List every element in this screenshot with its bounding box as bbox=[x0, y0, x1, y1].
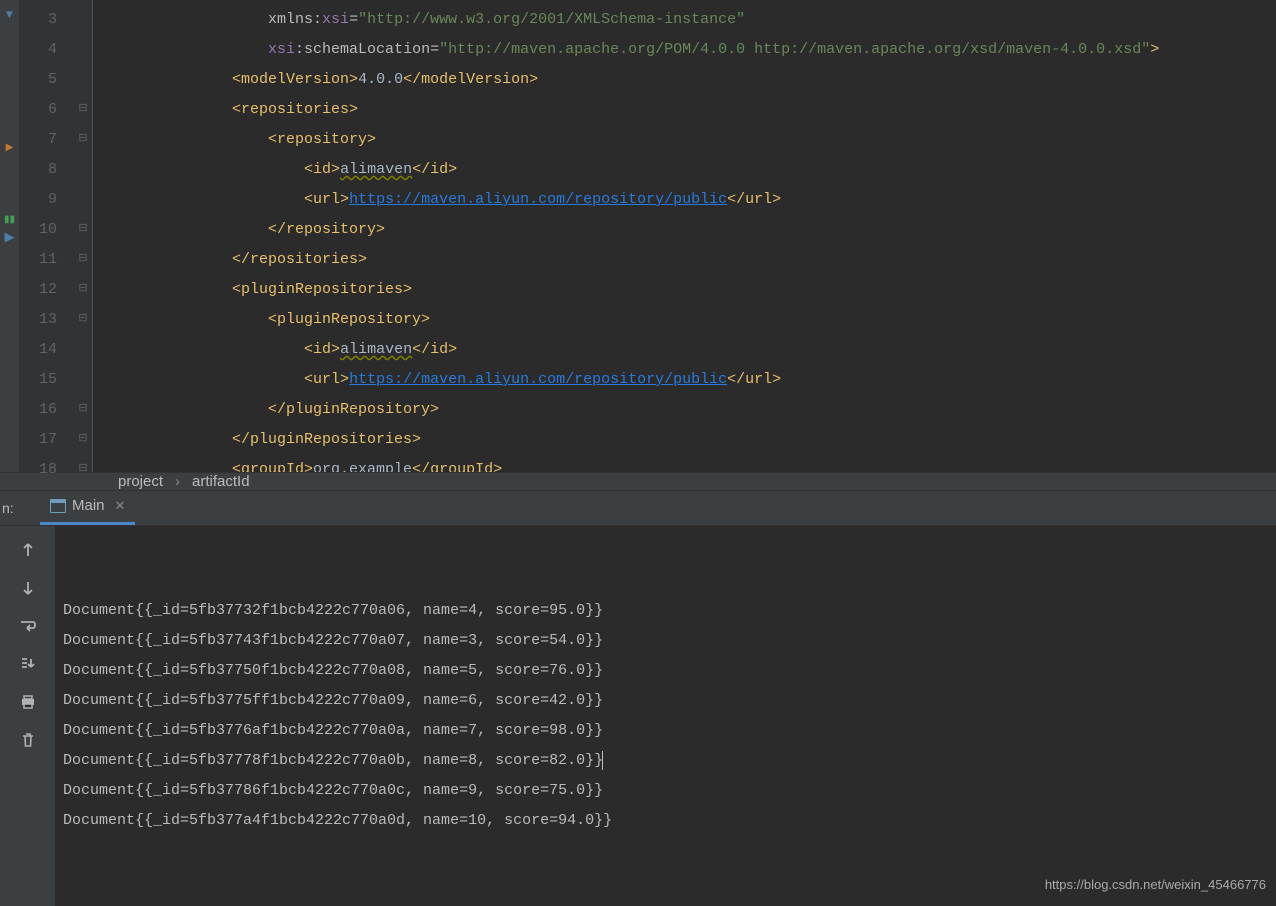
code-text-area[interactable]: xmlns:xsi="http://www.w3.org/2001/XMLSch… bbox=[93, 0, 1276, 472]
console-toolbar bbox=[0, 526, 55, 906]
bookmark-icon[interactable]: ▶ bbox=[6, 142, 14, 154]
run-gutter-icon[interactable]: ▶ bbox=[5, 230, 15, 245]
console-tab-main[interactable]: Main ✕ bbox=[40, 491, 135, 525]
trash-icon[interactable] bbox=[18, 730, 38, 750]
print-icon[interactable] bbox=[18, 692, 38, 712]
console-line: Document{{_id=5fb37743f1bcb4222c770a07, … bbox=[63, 626, 1268, 656]
console-line: Document{{_id=5fb37778f1bcb4222c770a0b, … bbox=[63, 746, 1268, 776]
console-area: Document{{_id=5fb37732f1bcb4222c770a06, … bbox=[0, 526, 1276, 906]
breadcrumb-item[interactable]: project bbox=[118, 473, 163, 490]
scroll-down-icon[interactable] bbox=[18, 578, 38, 598]
collapse-marker-icon[interactable]: ▼ bbox=[6, 8, 13, 22]
console-line: Document{{_id=5fb3775ff1bcb4222c770a09, … bbox=[63, 686, 1268, 716]
code-editor-area: ▼ ▶ ▮▮ ▶ 3456789101112131415161718 ⊟⊟⊟⊟⊟… bbox=[0, 0, 1276, 472]
scroll-up-icon[interactable] bbox=[18, 540, 38, 560]
scroll-to-end-icon[interactable] bbox=[18, 654, 38, 674]
line-number-gutter[interactable]: 3456789101112131415161718 bbox=[20, 0, 75, 472]
console-tab-bar: n: Main ✕ bbox=[0, 490, 1276, 526]
tab-label: Main bbox=[72, 497, 105, 514]
soft-wrap-icon[interactable] bbox=[18, 616, 38, 636]
marker-gutter: ▼ ▶ ▮▮ ▶ bbox=[0, 0, 20, 472]
breadcrumb-bar: project › artifactId bbox=[0, 472, 1276, 490]
breadcrumb-item[interactable]: artifactId bbox=[192, 473, 250, 490]
watermark-text: https://blog.csdn.net/weixin_45466776 bbox=[1045, 870, 1266, 900]
run-panel-label: n: bbox=[2, 500, 14, 516]
console-line: Document{{_id=5fb3776af1bcb4222c770a0a, … bbox=[63, 716, 1268, 746]
console-output[interactable]: Document{{_id=5fb37732f1bcb4222c770a06, … bbox=[55, 526, 1276, 906]
close-icon[interactable]: ✕ bbox=[115, 498, 126, 514]
console-line: Document{{_id=5fb37750f1bcb4222c770a08, … bbox=[63, 656, 1268, 686]
console-line: Document{{_id=5fb377a4f1bcb4222c770a0d, … bbox=[63, 806, 1268, 836]
chevron-right-icon: › bbox=[175, 473, 180, 490]
application-icon bbox=[50, 499, 66, 513]
fold-gutter[interactable]: ⊟⊟⊟⊟⊟⊟⊟⊟⊟ bbox=[75, 0, 93, 472]
vcs-change-icon: ▮▮ bbox=[4, 214, 15, 226]
console-line: Document{{_id=5fb37786f1bcb4222c770a0c, … bbox=[63, 776, 1268, 806]
console-line: Document{{_id=5fb37732f1bcb4222c770a06, … bbox=[63, 596, 1268, 626]
